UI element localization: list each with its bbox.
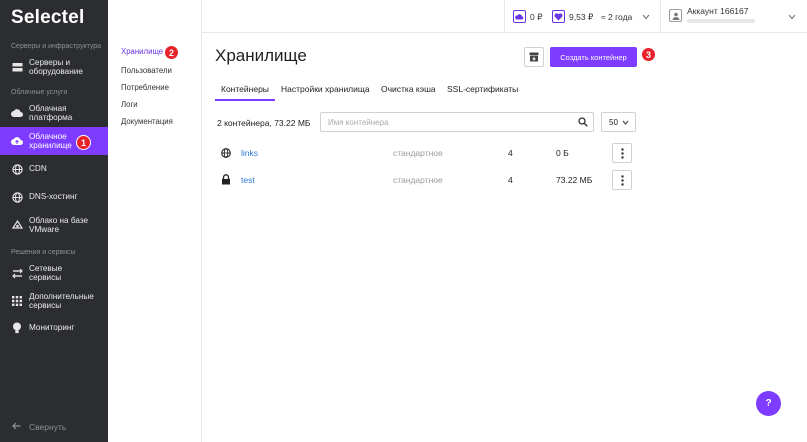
page-size-select[interactable]: 50 bbox=[601, 112, 636, 132]
account-icon bbox=[669, 9, 682, 22]
container-search bbox=[320, 112, 594, 132]
tab-cache-purge[interactable]: Очистка кэша bbox=[381, 84, 436, 94]
step-badge-2: 2 bbox=[164, 45, 179, 60]
row-menu-button[interactable] bbox=[612, 143, 632, 163]
search-input[interactable] bbox=[321, 113, 566, 131]
archive-button[interactable] bbox=[524, 47, 544, 67]
main-sidebar: Selectel Серверы и инфраструктура Сервер… bbox=[0, 0, 108, 442]
sidebar-item-monitoring[interactable]: Мониторинг bbox=[0, 321, 108, 335]
container-objects: 4 bbox=[508, 148, 513, 158]
row-menu-button[interactable] bbox=[612, 170, 632, 190]
divider bbox=[504, 0, 505, 33]
step-badge-1: 1 bbox=[76, 135, 91, 150]
search-icon[interactable] bbox=[578, 117, 588, 129]
section-title-servers: Серверы и инфраструктура bbox=[11, 43, 102, 50]
sidebar-item-servers[interactable]: Серверы и оборудование bbox=[0, 56, 108, 78]
dns-icon bbox=[11, 191, 23, 203]
create-container-button[interactable]: Создать контейнер bbox=[550, 47, 637, 67]
sidebar-item-dns[interactable]: DNS-хостинг bbox=[0, 190, 108, 204]
kebab-menu-icon bbox=[620, 174, 624, 186]
cloud-platform-icon bbox=[11, 107, 23, 119]
main-balance-icon bbox=[552, 10, 565, 23]
bulb-icon bbox=[11, 322, 23, 334]
storage-balance-icon bbox=[513, 10, 526, 23]
container-name-link[interactable]: links bbox=[241, 148, 258, 158]
arrow-left-icon bbox=[12, 422, 21, 432]
page-size-value: 50 bbox=[609, 117, 618, 127]
sidebar-item-cdn[interactable]: CDN bbox=[0, 162, 108, 176]
grid-icon bbox=[11, 295, 23, 307]
sidebar-item-cloud-storage[interactable]: Облачное хранилище bbox=[0, 127, 108, 155]
submenu-item-consumption[interactable]: Потребление bbox=[121, 83, 169, 92]
submenu-item-users[interactable]: Пользователи bbox=[121, 66, 172, 75]
section-title-cloud: Облачные услуги bbox=[11, 89, 68, 96]
container-size: 0 Б bbox=[556, 148, 569, 158]
submenu-item-logs[interactable]: Логи bbox=[121, 100, 138, 109]
storage-submenu: Хранилище 2 Пользователи Потребление Лог… bbox=[108, 0, 202, 442]
archive-icon bbox=[529, 52, 539, 62]
table-row[interactable]: links стандартное 4 0 Б bbox=[215, 143, 635, 163]
lock-icon bbox=[221, 174, 231, 187]
vmware-icon bbox=[11, 219, 23, 231]
main-balance[interactable]: 9,53 ₽ bbox=[569, 12, 593, 23]
network-icon bbox=[11, 267, 23, 279]
submenu-item-docs[interactable]: Документация bbox=[121, 117, 173, 126]
container-name-link[interactable]: test bbox=[241, 175, 255, 185]
help-button[interactable]: ? bbox=[756, 391, 781, 416]
container-size: 73.22 МБ bbox=[556, 175, 593, 185]
containers-summary: 2 контейнера, 73.22 МБ bbox=[217, 118, 311, 128]
account-name[interactable]: Аккаунт 166167 bbox=[687, 6, 749, 16]
container-type: стандартное bbox=[393, 175, 443, 185]
sidebar-item-network[interactable]: Сетевые сервисы bbox=[0, 262, 108, 284]
kebab-menu-icon bbox=[620, 147, 624, 159]
chevron-down-icon bbox=[622, 120, 629, 125]
tab-ssl-certificates[interactable]: SSL-сертификаты bbox=[447, 84, 518, 94]
balance-period: ≈ 2 года bbox=[601, 12, 633, 22]
storage-balance[interactable]: 0 ₽ bbox=[530, 12, 543, 23]
chevron-down-icon[interactable] bbox=[788, 12, 796, 22]
step-badge-3: 3 bbox=[641, 47, 656, 62]
globe-icon bbox=[221, 148, 231, 160]
selectel-logo[interactable]: Selectel bbox=[11, 7, 84, 29]
active-tab-indicator bbox=[215, 99, 275, 101]
tab-containers[interactable]: Контейнеры bbox=[221, 84, 269, 94]
container-type: стандартное bbox=[393, 148, 443, 158]
sidebar-item-extra[interactable]: Дополнительные сервисы bbox=[0, 290, 108, 312]
cloud-storage-icon bbox=[11, 135, 23, 147]
container-objects: 4 bbox=[508, 175, 513, 185]
top-bar: 0 ₽ 9,53 ₽ ≈ 2 года Аккаунт 166167 bbox=[202, 0, 807, 33]
divider bbox=[660, 0, 661, 33]
tab-storage-settings[interactable]: Настройки хранилища bbox=[281, 84, 370, 94]
table-row[interactable]: test стандартное 4 73.22 МБ bbox=[215, 170, 635, 190]
collapse-sidebar-button[interactable]: Свернуть bbox=[12, 422, 66, 432]
submenu-item-storage[interactable]: Хранилище bbox=[121, 47, 163, 56]
section-title-solutions: Решения и сервисы bbox=[11, 249, 76, 256]
globe-icon bbox=[11, 163, 23, 175]
chevron-down-icon[interactable] bbox=[642, 12, 650, 22]
server-icon bbox=[11, 61, 23, 73]
account-email-redacted bbox=[687, 19, 755, 23]
sidebar-item-vmware[interactable]: Облако на базе VMware bbox=[0, 214, 108, 236]
sidebar-item-cloud-platform[interactable]: Облачная платформа bbox=[0, 101, 108, 125]
page-title: Хранилище bbox=[215, 46, 307, 65]
sidebar-item-label: Серверы и bbox=[29, 57, 71, 67]
